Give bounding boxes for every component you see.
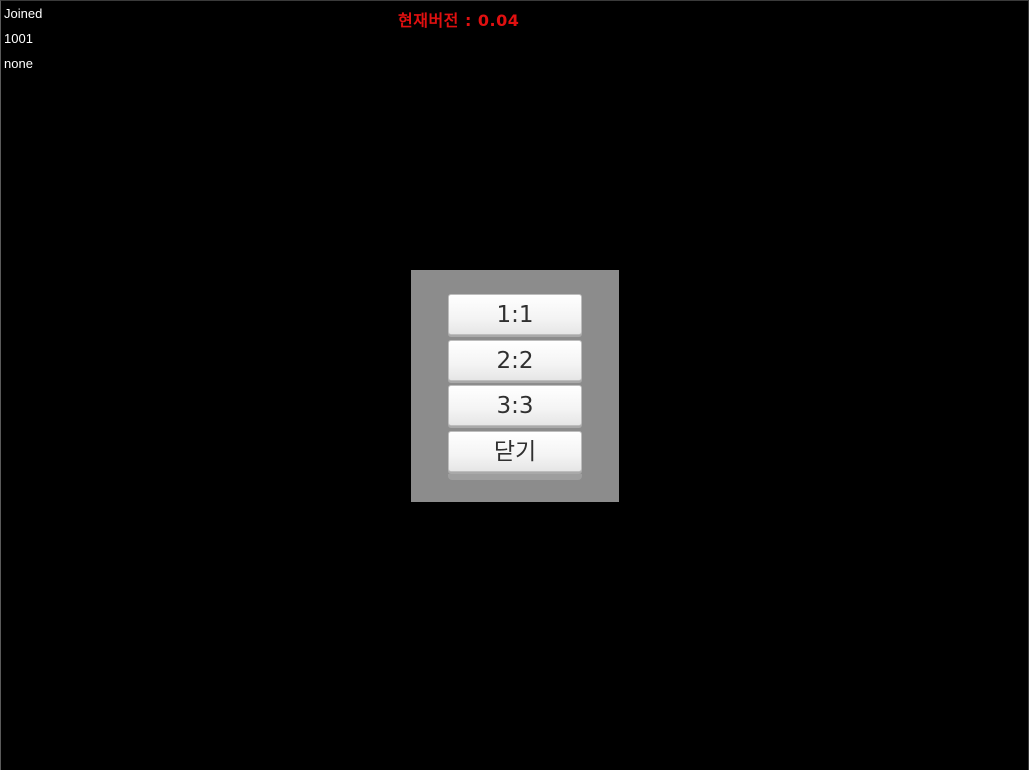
match-2v2-button[interactable]: 2:2: [448, 340, 582, 381]
debug-extra-text: none: [4, 56, 33, 71]
debug-status-text: Joined: [4, 6, 43, 21]
button-shadow-lip: [448, 474, 582, 480]
close-button[interactable]: 닫기: [448, 431, 582, 472]
match-3v3-button[interactable]: 3:3: [448, 385, 582, 426]
match-1v1-button[interactable]: 1:1: [448, 294, 582, 335]
game-screen: Joined 1001 none 현재버전 : 0.04 1:1 2:2 3:3…: [0, 0, 1029, 770]
version-label: 현재버전 : 0.04: [398, 11, 520, 30]
debug-room-id-text: 1001: [4, 31, 33, 46]
match-mode-panel: 1:1 2:2 3:3 닫기: [411, 270, 619, 502]
